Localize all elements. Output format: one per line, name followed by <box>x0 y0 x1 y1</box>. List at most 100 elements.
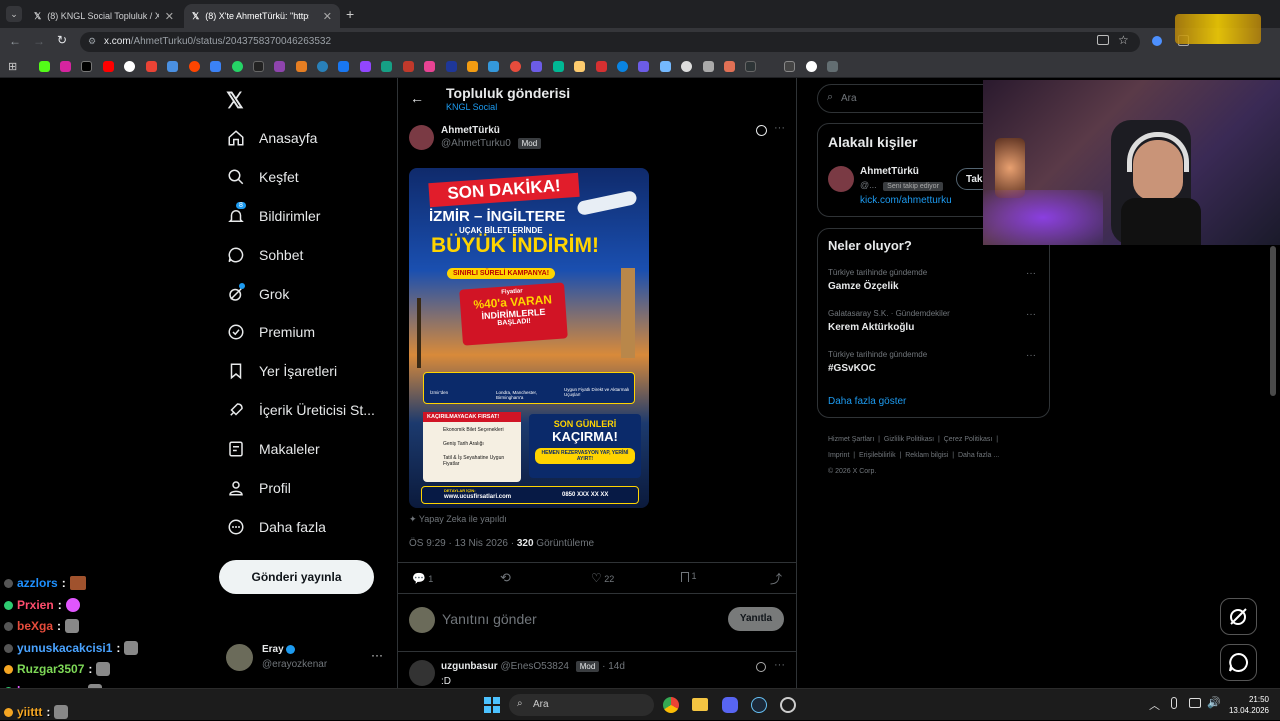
account-switcher[interactable]: Eray @erayozkenar ··· <box>226 642 386 674</box>
grok-analyze-icon[interactable] <box>756 662 766 672</box>
chrome-icon[interactable] <box>663 697 679 713</box>
post-more-icon[interactable]: ··· <box>774 122 785 134</box>
close-tab-icon[interactable]: ✕ <box>323 10 332 23</box>
star-icon[interactable]: ☆ <box>1118 33 1129 47</box>
bookmark-icon[interactable] <box>510 61 521 72</box>
related-link[interactable]: kick.com/ahmetturku <box>860 195 952 206</box>
footer-link[interactable]: Hizmet Şartları <box>828 436 874 443</box>
nav-bookmarks[interactable]: Yer İşaretleri <box>227 359 337 383</box>
nav-creator-studio[interactable]: İçerik Üreticisi St... <box>227 398 375 422</box>
bookmark-icon[interactable] <box>681 61 692 72</box>
bookmark-icon[interactable] <box>167 61 178 72</box>
back-arrow-icon[interactable]: ← <box>410 90 424 106</box>
bookmark-icon[interactable] <box>617 61 628 72</box>
bookmark-icon[interactable] <box>317 61 328 72</box>
bookmark-icon[interactable] <box>784 61 795 72</box>
bookmark-icon[interactable] <box>574 61 585 72</box>
steam-icon[interactable] <box>751 697 767 713</box>
footer-link[interactable]: Daha fazla ... <box>958 452 999 459</box>
tray-chevron-icon[interactable]: ︿ <box>1149 697 1160 713</box>
bookmark-twitch-icon[interactable] <box>360 61 371 72</box>
trend-more-icon[interactable]: ··· <box>1026 309 1036 320</box>
bookmark-icon[interactable] <box>253 61 264 72</box>
reply-submit-button[interactable]: Yanıtla <box>728 607 784 631</box>
post-image[interactable]: SON DAKİKA! İZMİR – İNGİLTERE UÇAK BİLET… <box>409 168 649 508</box>
trend-item[interactable]: Türkiye tarihinde gündemde Gamze Özçelik… <box>828 268 1041 298</box>
taskbar-search[interactable]: ⌕ Ara <box>509 694 654 716</box>
folder-icon[interactable] <box>692 698 708 711</box>
bookmark-reddit-icon[interactable] <box>189 61 200 72</box>
close-tab-icon[interactable]: ✕ <box>165 10 174 23</box>
bookmark-icon[interactable] <box>596 61 607 72</box>
bookmark-icon[interactable] <box>424 61 435 72</box>
messages-floating-button[interactable] <box>1220 644 1257 681</box>
bookmark-icon[interactable] <box>553 61 564 72</box>
trend-item[interactable]: Türkiye tarihinde gündemde #GSvKOC ··· <box>828 350 1041 380</box>
bookmark-icon[interactable] <box>210 61 221 72</box>
bookmark-gmail-icon[interactable] <box>146 61 157 72</box>
bookmark-icon[interactable] <box>703 61 714 72</box>
nav-chat[interactable]: Sohbet <box>227 243 303 267</box>
bookmark-button[interactable]: 1 <box>681 571 697 582</box>
avatar[interactable] <box>828 166 854 192</box>
grok-analyze-icon[interactable] <box>756 125 767 136</box>
back-icon[interactable]: ← <box>9 34 21 48</box>
discord-icon[interactable] <box>722 697 738 713</box>
nav-premium[interactable]: Premium <box>227 320 315 344</box>
bookmark-icon[interactable] <box>274 61 285 72</box>
bookmark-icon[interactable] <box>467 61 478 72</box>
tab-list-icon[interactable]: ⌄ <box>6 6 22 22</box>
bookmark-icon[interactable] <box>403 61 414 72</box>
bookmark-youtube-icon[interactable] <box>103 61 114 72</box>
microphone-icon[interactable] <box>1171 697 1177 709</box>
site-info-icon[interactable]: ⚙ <box>88 36 96 47</box>
x-logo-icon[interactable]: 𝕏 <box>226 88 244 114</box>
nav-profile[interactable]: Profil <box>227 476 291 500</box>
bookmark-instagram-icon[interactable] <box>60 61 71 72</box>
forward-icon[interactable]: → <box>33 34 45 48</box>
apps-icon[interactable]: ⊞ <box>8 60 17 73</box>
new-tab-button[interactable]: + <box>346 6 354 22</box>
clock[interactable]: 21:50 13.04.2026 <box>1225 694 1269 716</box>
bookmark-icon[interactable] <box>745 61 756 72</box>
footer-link[interactable]: Erişilebilirlik <box>859 452 896 459</box>
bookmark-icon[interactable] <box>488 61 499 72</box>
like-button[interactable]: ♡ 22 <box>591 571 614 585</box>
trend-more-icon[interactable]: ··· <box>1026 350 1036 361</box>
reload-icon[interactable]: ↻ <box>57 33 67 47</box>
app-icon[interactable] <box>780 697 796 713</box>
avatar[interactable] <box>409 125 434 150</box>
bookmark-kick-icon[interactable] <box>39 61 50 72</box>
trend-more-icon[interactable]: ··· <box>1026 268 1036 279</box>
bookmark-icon[interactable] <box>827 61 838 72</box>
bookmark-icon[interactable] <box>724 61 735 72</box>
nav-home[interactable]: Anasayfa <box>227 126 317 150</box>
nav-notifications[interactable]: 8 Bildirimler <box>227 202 320 228</box>
bookmark-icon[interactable] <box>660 61 671 72</box>
tab-post[interactable]: 𝕏 (8) X'te AhmetTürkü: "https://t.c ✕ <box>184 4 340 28</box>
extension-icon[interactable] <box>1152 36 1162 46</box>
nav-more[interactable]: Daha fazla <box>227 515 326 539</box>
scrollbar[interactable] <box>1270 246 1276 396</box>
footer-link[interactable]: Imprint <box>828 452 849 459</box>
repost-icon[interactable]: ⟲ <box>500 570 511 586</box>
trend-item[interactable]: Galatasaray S.K. · Gündemdekiler Kerem A… <box>828 309 1041 339</box>
reply-more-icon[interactable]: ··· <box>774 659 785 671</box>
volume-icon[interactable]: 🔊 <box>1207 696 1221 709</box>
tab-kngl-social[interactable]: 𝕏 (8) KNGL Social Topluluk / X ✕ <box>26 4 182 28</box>
bookmark-icon[interactable] <box>446 61 457 72</box>
bookmark-x-icon[interactable] <box>81 61 92 72</box>
bookmark-icon[interactable] <box>531 61 542 72</box>
reply-input[interactable]: Yanıtını gönder <box>442 611 537 627</box>
network-icon[interactable] <box>1189 698 1201 708</box>
footer-link[interactable]: Gizlilik Politikası <box>884 436 934 443</box>
footer-link[interactable]: Reklam bilgisi <box>905 452 948 459</box>
install-icon[interactable] <box>1097 35 1109 45</box>
bookmark-facebook-icon[interactable] <box>338 61 349 72</box>
bookmark-icon[interactable] <box>638 61 649 72</box>
share-icon[interactable]: ⤴ <box>770 570 782 587</box>
grok-floating-button[interactable] <box>1220 598 1257 635</box>
bookmark-icon[interactable] <box>806 61 817 72</box>
show-more-link[interactable]: Daha fazla göster <box>828 396 906 407</box>
post-button[interactable]: Gönderi yayınla <box>219 560 374 594</box>
